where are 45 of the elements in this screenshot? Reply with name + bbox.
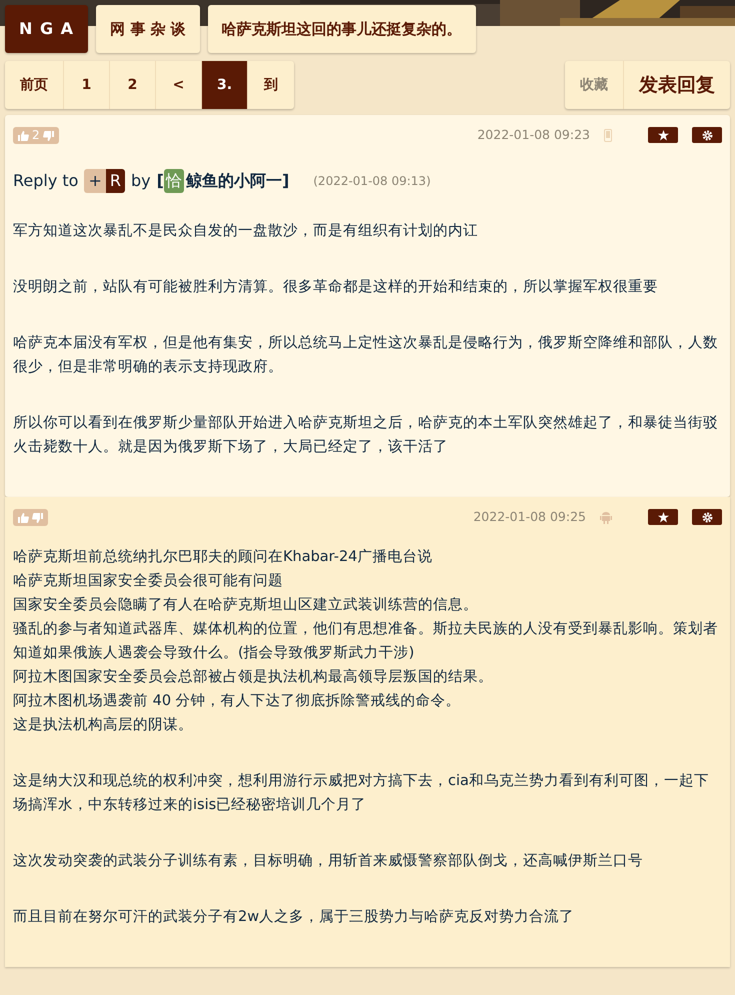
post-text: 这是执法机构高层的阴谋。 (13, 716, 194, 735)
by-label: by (131, 170, 151, 192)
reply-button[interactable]: 发表回复 (624, 61, 730, 109)
logo[interactable]: N G A (5, 5, 88, 53)
page-link[interactable]: 前页 (5, 61, 64, 109)
page-link[interactable]: 3. (202, 61, 248, 109)
star-button[interactable] (648, 509, 678, 525)
post-text: 哈萨克斯坦国家安全委员会很可能有问题 (13, 572, 284, 591)
post-text: 这是纳大汉和现总统的权利冲突，想利用游行示威把对方搞下去，cia和乌克兰势力看到有利可图，一起下场搞浑水，中东转移过来的isis已经秘密培训几个月了 (13, 772, 710, 815)
reply-time: (2022-01-08 09:13) (313, 173, 431, 190)
post-text: 骚乱的参与者知道武器库、媒体机构的位置，他们有思想准备。斯拉夫民族的人没有受到暴乱影响。策划者知道如果俄族人遇袭会导致什么。(指会导致俄罗斯武力干涉) (13, 620, 719, 663)
gear-icon (702, 130, 712, 140)
post-text: 哈萨克本届没有军权，但是他有集安，所以总统马上定性这次暴乱是侵略行为，俄罗斯空降维和部队，人数很少，但是非常明确的表示支持现政府。 (13, 334, 719, 377)
post-text: 阿拉木图国家安全委员会总部被占领是执法机构最高领导层叛国的结果。 (13, 668, 494, 687)
user-badge: 恰 (164, 169, 184, 193)
post-text: 国家安全委员会隐瞒了有人在哈萨克斯坦山区建立武装训练营的信息。 (13, 596, 479, 615)
star-icon (658, 512, 668, 522)
gear-icon (702, 512, 712, 522)
star-button[interactable] (648, 127, 678, 143)
settings-button[interactable] (692, 509, 722, 525)
forum-link[interactable]: 网 事 杂 谈 (96, 5, 200, 53)
page-link[interactable]: 2 (110, 61, 156, 109)
page-link[interactable]: 到 (248, 61, 294, 109)
settings-button[interactable] (692, 127, 722, 143)
reply-label: Reply to (13, 170, 78, 192)
post-date: 2022-01-08 09:23 (477, 126, 590, 144)
phone-icon (604, 128, 612, 142)
bracket: ] (282, 170, 290, 192)
reply-tag[interactable]: R (106, 169, 125, 193)
username-link[interactable]: 鲸鱼的小阿一 (186, 169, 282, 193)
plus-tag[interactable]: + (84, 169, 106, 193)
post-text: 军方知道这次暴乱不是民众自发的一盘散沙，而是有组织有计划的内讧 (13, 222, 479, 241)
android-icon (600, 510, 612, 524)
post-text: 没明朗之前，站队有可能被胜利方清算。很多革命都是这样的开始和结束的，所以掌握军权很重要 (13, 278, 659, 297)
post-text: 这次发动突袭的武装分子训练有素，目标明确，用斩首来威慑警察部队倒戈，还高喊伊斯兰口号 (13, 852, 644, 871)
page-link[interactable]: 1 (64, 61, 110, 109)
post-text: 阿拉木图机场遇袭前 40 分钟，有人下达了彻底拆除警戒线的命令。 (13, 692, 462, 711)
post-date: 2022-01-08 09:25 (473, 508, 586, 526)
post-text: 而且目前在努尔可汗的武装分子有2w人之多，属于三股势力与哈萨克反对势力合流了 (13, 908, 576, 927)
star-icon (658, 130, 668, 140)
thread-title: 哈萨克斯坦这回的事儿还挺复杂的。 (208, 5, 476, 53)
vote-count: 2 (32, 127, 40, 144)
post-text: 所以你可以看到在俄罗斯少量部队开始进入哈萨克斯坦之后，哈萨克的本土军队突然雄起了，和暴徒当街驳火击毙数十人。就是因为俄罗斯下场了，大局已经定了，该干活了 (13, 414, 719, 457)
bracket: [ (156, 170, 164, 192)
post-text: 哈萨克斯坦前总统纳扎尔巴耶夫的顾问在Khabar-24广播电台说 (13, 548, 434, 567)
